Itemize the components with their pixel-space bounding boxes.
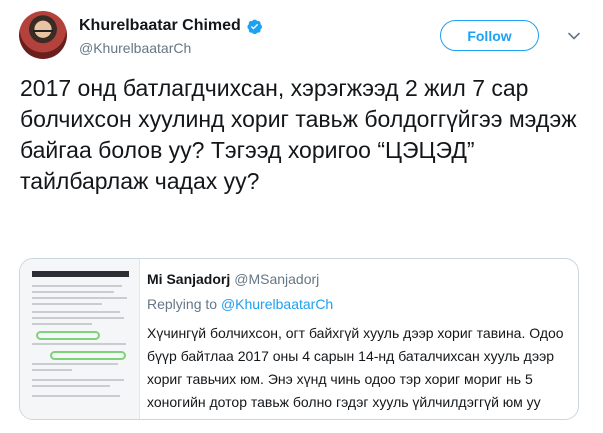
image-text-line: [32, 317, 124, 319]
image-text-line: [32, 303, 102, 305]
tweet-text: 2017 онд батлагдчихсан, хэрэгжээд 2 жил …: [20, 75, 577, 194]
tweet-header: Khurelbaatar Chimed @KhurelbaatarCh Foll…: [19, 11, 589, 61]
replying-to-label: Replying to: [147, 296, 218, 312]
image-text-line: [32, 323, 92, 325]
image-text-line: [32, 369, 72, 371]
avatar[interactable]: [19, 11, 67, 59]
avatar-photo: [33, 30, 53, 36]
quoted-author-row: Mi Sanjadorj @MSanjadorj: [147, 271, 319, 287]
image-text-line: [32, 297, 127, 299]
quoted-tweet-text: Хүчингүй болчихсон, огт байхгүй хууль дэ…: [147, 325, 564, 410]
follow-button[interactable]: Follow: [440, 20, 539, 51]
image-highlight: [36, 331, 100, 340]
image-highlight: [50, 351, 126, 360]
author-name[interactable]: Khurelbaatar Chimed: [79, 17, 241, 35]
image-text-line: [32, 363, 118, 365]
replying-to-handle[interactable]: @KhurelbaatarCh: [221, 296, 333, 312]
replying-to-line: Replying to @KhurelbaatarCh: [147, 296, 333, 312]
image-header-bar: [32, 271, 129, 277]
quoted-tweet-body: Mi Sanjadorj @MSanjadorj Replying to @Khu…: [147, 259, 568, 419]
image-text-line: [32, 291, 114, 293]
image-text-line: [32, 343, 126, 345]
quoted-tweet[interactable]: Mi Sanjadorj @MSanjadorj Replying to @Khu…: [19, 258, 579, 420]
verified-badge-icon: [247, 19, 262, 34]
image-text-line: [32, 285, 122, 287]
quoted-author-name[interactable]: Mi Sanjadorj: [147, 271, 230, 287]
quoted-author-handle[interactable]: @MSanjadorj: [234, 271, 319, 287]
image-text-line: [32, 311, 120, 313]
author-handle[interactable]: @KhurelbaatarCh: [79, 40, 191, 56]
quoted-tweet-image[interactable]: [20, 259, 140, 419]
author-name-row: Khurelbaatar Chimed: [79, 17, 263, 35]
image-text-line: [32, 385, 110, 387]
image-text-line: [32, 379, 124, 381]
image-text-line: [32, 395, 120, 397]
chevron-down-icon[interactable]: [567, 29, 581, 43]
